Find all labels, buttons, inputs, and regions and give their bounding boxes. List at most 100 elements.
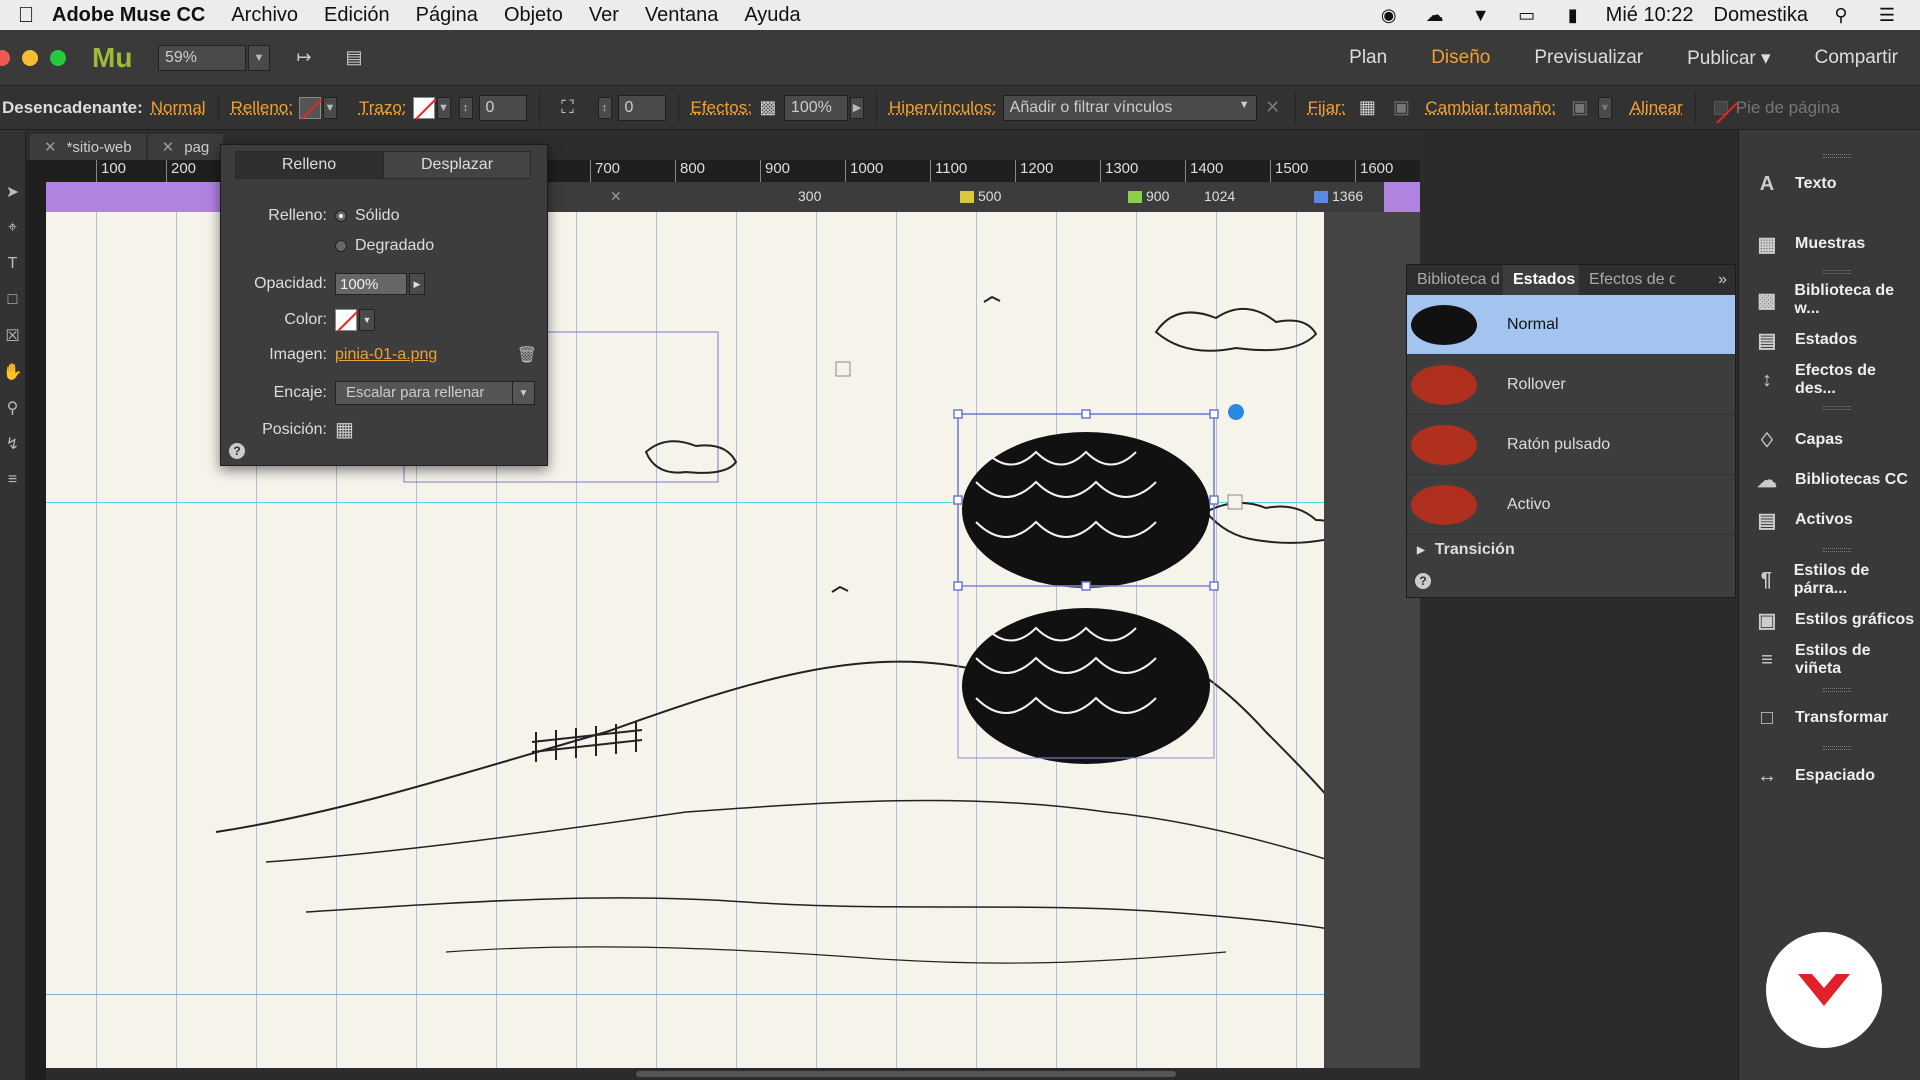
stroke-swatch[interactable]	[412, 96, 435, 119]
menu-ventana[interactable]: Ventana	[645, 4, 718, 27]
stroke-width-input[interactable]: 0	[478, 94, 527, 121]
breakpoint-remove-icon[interactable]: ✕	[610, 188, 622, 205]
menu-ver[interactable]: Ver	[589, 4, 619, 27]
align-link[interactable]: Alinear	[1630, 98, 1683, 118]
resize-dropdown[interactable]: ▼	[1597, 96, 1612, 119]
transition-section[interactable]: ▶ Transición	[1407, 535, 1735, 565]
dock-grip[interactable]	[1823, 746, 1851, 750]
mode-compartir[interactable]: Compartir	[1793, 47, 1920, 69]
zoom-input[interactable]: 59%	[158, 44, 246, 71]
menu-objeto[interactable]: Objeto	[504, 4, 563, 27]
position-grid-icon[interactable]: ▦	[335, 417, 354, 442]
dock-estados[interactable]: ▤ Estados	[1739, 322, 1920, 358]
dock-activos[interactable]: ▤ Activos	[1739, 502, 1920, 538]
dock-grip[interactable]	[1823, 688, 1851, 692]
crop-tool-icon[interactable]: ⌖	[0, 210, 25, 246]
hand-tool-icon[interactable]: ✋	[0, 354, 25, 390]
selection-tool-icon[interactable]: ➤	[0, 174, 25, 210]
rectangle-tool-icon[interactable]: □	[0, 282, 25, 318]
doc-tab-sitio-web[interactable]: ✕ *sitio-web	[30, 134, 146, 160]
zoom-tool-icon[interactable]: ⚲	[0, 390, 25, 426]
close-window-button[interactable]	[0, 49, 10, 66]
dock-estilos-graficos[interactable]: ▣ Estilos gráficos	[1739, 602, 1920, 638]
dock-grip[interactable]	[1823, 154, 1851, 158]
corner-radius-input[interactable]: 0	[617, 94, 666, 121]
trigger-value[interactable]: Normal	[151, 98, 206, 118]
footer-checkbox[interactable]	[1713, 100, 1728, 115]
dock-transformar[interactable]: □ Transformar	[1739, 700, 1920, 736]
dock-bibliotecas-cc[interactable]: ☁ Bibliotecas CC	[1739, 462, 1920, 498]
notification-center-icon[interactable]: ☰	[1874, 5, 1900, 25]
dock-texto[interactable]: A Texto	[1739, 166, 1920, 202]
solid-radio[interactable]	[335, 210, 347, 222]
hyperlinks-link[interactable]: Hipervínculos:	[889, 98, 997, 118]
fill-swatch[interactable]	[298, 96, 321, 119]
scroll-thumb[interactable]	[636, 1071, 1176, 1077]
menu-pagina[interactable]: Página	[416, 4, 478, 27]
gradient-label[interactable]: Degradado	[355, 237, 434, 255]
trash-icon[interactable]: 🗑	[517, 345, 537, 365]
state-rollover[interactable]: Rollover	[1407, 355, 1735, 415]
help-icon[interactable]: ?	[1415, 573, 1431, 589]
dock-grip[interactable]	[1823, 548, 1851, 552]
breakpoint-500[interactable]: 500	[960, 188, 1001, 204]
mode-diseno[interactable]: Diseño	[1409, 47, 1512, 69]
menu-ayuda[interactable]: Ayuda	[744, 4, 800, 27]
mode-publicar[interactable]: Publicar ▾	[1665, 47, 1792, 70]
apple-icon[interactable]: 	[0, 2, 52, 28]
solid-label[interactable]: Sólido	[355, 207, 399, 225]
view-options-icon[interactable]: ▤	[338, 45, 370, 71]
opacity-arrow[interactable]: ▶	[849, 96, 864, 119]
dock-estilos-parrafo[interactable]: ¶ Estilos de párra...	[1739, 562, 1920, 598]
zoom-dropdown[interactable]: ▼	[248, 44, 270, 71]
tab-estados[interactable]: Estados	[1503, 265, 1579, 295]
dock-capas[interactable]: ♢ Capas	[1739, 422, 1920, 458]
clock[interactable]: Mié 10:22	[1606, 4, 1694, 27]
mode-plan[interactable]: Plan	[1327, 47, 1409, 69]
hyperlinks-select[interactable]: Añadir o filtrar vínculos ▼	[1002, 94, 1257, 121]
frame-tool-icon[interactable]: ☒	[0, 318, 25, 354]
breakpoint-1024[interactable]: 1024	[1204, 188, 1235, 204]
stroke-link[interactable]: Trazo:	[359, 98, 407, 118]
close-icon[interactable]: ✕	[44, 139, 57, 156]
battery-icon[interactable]: ▮	[1560, 5, 1586, 25]
wifi-icon[interactable]: ▼	[1468, 5, 1494, 25]
scroll-effect-icon[interactable]: ▣	[1385, 95, 1417, 121]
help-icon[interactable]: ?	[229, 443, 245, 459]
place-icon[interactable]: ↦	[288, 45, 320, 71]
text-tool-icon[interactable]: T	[0, 246, 25, 282]
add-content-icon[interactable]	[835, 361, 851, 377]
clear-link-icon[interactable]: ✕	[1263, 95, 1283, 121]
state-normal[interactable]: Normal	[1407, 295, 1735, 355]
opacity-slider-arrow[interactable]: ▶	[409, 273, 425, 295]
menu-app-name[interactable]: Adobe Muse CC	[52, 4, 205, 27]
creative-cloud-icon[interactable]: ☁	[1422, 5, 1448, 25]
eyedropper-tool-icon[interactable]: ↯	[0, 426, 25, 462]
vertical-ruler[interactable]	[26, 182, 46, 1080]
opacity-input[interactable]: 100%	[783, 94, 848, 121]
fill-dropdown[interactable]: ▼	[322, 96, 337, 119]
dock-muestras[interactable]: ▦ Muestras	[1739, 226, 1920, 262]
fit-select[interactable]: Escalar para rellenar ▼	[335, 381, 535, 405]
stroke-stepper[interactable]: ↕	[458, 96, 473, 119]
tab-desplazar[interactable]: Desplazar	[383, 151, 531, 179]
doc-tab-pag[interactable]: ✕ pag	[147, 134, 224, 160]
dock-espaciado[interactable]: ↔ Espaciado	[1739, 758, 1920, 794]
close-icon[interactable]: ✕	[162, 139, 175, 156]
breakpoint-900[interactable]: 900	[1128, 188, 1169, 204]
record-icon[interactable]: ◉	[1376, 5, 1402, 25]
menu-archivo[interactable]: Archivo	[231, 4, 298, 27]
link-handle-icon[interactable]	[1228, 404, 1244, 420]
dock-grip[interactable]	[1823, 270, 1851, 274]
color-dropdown[interactable]: ▼	[359, 309, 375, 331]
horizontal-scrollbar[interactable]	[46, 1068, 1420, 1080]
add-state-icon[interactable]	[1227, 494, 1243, 510]
gradient-radio[interactable]	[335, 240, 347, 252]
state-mouse-down[interactable]: Ratón pulsado	[1407, 415, 1735, 475]
spotlight-icon[interactable]: ⚲	[1828, 5, 1854, 25]
pin-link[interactable]: Fijar:	[1308, 98, 1346, 118]
effects-link[interactable]: Efectos:	[691, 98, 752, 118]
mode-previsualizar[interactable]: Previsualizar	[1512, 47, 1665, 69]
minimize-window-button[interactable]	[22, 49, 38, 66]
tab-relleno[interactable]: Relleno	[235, 151, 383, 179]
